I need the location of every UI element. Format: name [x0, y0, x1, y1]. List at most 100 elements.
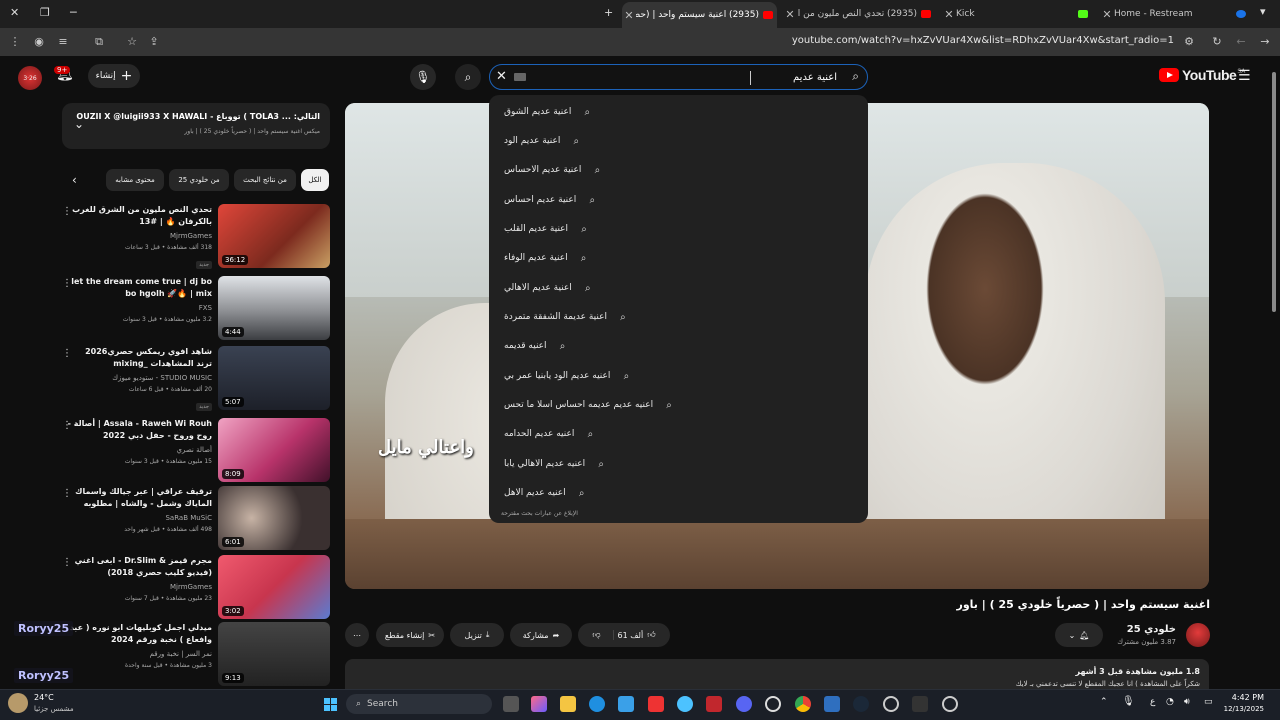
menu-dots-icon[interactable]: ⋮ [8, 35, 22, 48]
recommended-channel[interactable]: STUDIO MUSIC - ستوديو ميوزك [112, 374, 212, 382]
new-tab-icon[interactable]: + [604, 6, 613, 19]
close-tab-icon[interactable]: ✕ [622, 9, 636, 22]
recommended-item[interactable]: 8:09 Assala - Raweh Wi Rouh | أصالة - رو… [62, 418, 330, 486]
profile-icon[interactable]: ◉ [32, 35, 46, 48]
tab-youtube-2[interactable]: ✕ (2935) تحدي النص مليون من الت [783, 4, 935, 24]
app-globe-icon[interactable] [677, 696, 693, 712]
recommended-channel[interactable]: أصالة نصري [177, 446, 213, 454]
create-button[interactable]: إنشاء + [88, 64, 140, 88]
app-record-icon[interactable] [942, 696, 958, 712]
close-window-icon[interactable]: ✕ [10, 6, 19, 19]
search-input[interactable] [527, 69, 837, 86]
close-tab-icon[interactable]: ✕ [1100, 8, 1114, 21]
obs-icon[interactable] [765, 696, 781, 712]
steam-icon[interactable] [853, 696, 869, 712]
site-settings-icon[interactable]: ⚙ [1182, 35, 1196, 48]
suggestion-item[interactable]: ⌕ اعنيه عديم الاهالي يابا [504, 451, 854, 477]
video-thumbnail[interactable]: 4:44 [218, 276, 330, 340]
photos-icon[interactable] [824, 696, 840, 712]
microphone-tray-icon[interactable]: 🎙︎ [1122, 696, 1135, 707]
like-icon[interactable]: 👍︎ [647, 630, 655, 640]
scrollbar-thumb[interactable] [1272, 72, 1276, 312]
share-button[interactable]: مشاركة ➦ [510, 623, 572, 647]
restore-window-icon[interactable]: ❐ [40, 6, 50, 19]
shield-app-icon[interactable] [706, 696, 722, 712]
chip-similar[interactable]: محتوى مشابه [106, 169, 164, 191]
weather-temperature[interactable]: 24°C [34, 693, 54, 702]
suggestion-item[interactable]: ⌕ اعنية عديم القلب [504, 216, 854, 242]
clear-search-icon[interactable]: ✕ [496, 69, 507, 84]
reload-icon[interactable]: ↻ [1210, 35, 1224, 48]
suggestion-item[interactable]: ⌕ اعنيه عديم الحدامه [504, 421, 854, 447]
recommended-channel[interactable]: FXS [199, 304, 212, 312]
video-thumbnail[interactable]: 9:13 [218, 622, 330, 686]
recommended-item[interactable]: 6:01 ترقيف عراقي | عبر جيالك واسماك الما… [62, 486, 330, 554]
suggestion-item[interactable]: ⌕ اعنيه قديمه [504, 333, 854, 359]
extensions-icon[interactable]: ⧉ [92, 35, 106, 49]
bookmark-star-icon[interactable]: ☆ [125, 35, 139, 48]
tab-restream[interactable]: ✕ Home - Restream [1100, 4, 1250, 24]
suggestion-item[interactable]: ⌕ اعنيه عديم الود يابنيا عمر بي [504, 363, 854, 389]
minimize-window-icon[interactable]: ─ [70, 6, 77, 19]
channel-avatar[interactable] [1186, 623, 1210, 647]
suggestion-item[interactable]: ⌕ اعنية عديم الود [504, 128, 854, 154]
recommended-channel[interactable]: نمر السر | نخبة ورقم [150, 650, 212, 658]
chevron-left-icon[interactable]: ‹ [72, 173, 77, 187]
keyboard-icon[interactable] [514, 73, 526, 81]
recommended-channel[interactable]: MjrmGames [170, 583, 212, 591]
store-icon[interactable] [618, 696, 634, 712]
close-tab-icon[interactable]: ✕ [942, 8, 956, 21]
file-explorer-icon[interactable] [560, 696, 576, 712]
recommended-item[interactable]: 4:44 let the dream come true | dj bo bo … [62, 276, 330, 344]
task-view-icon[interactable] [503, 696, 519, 712]
settings-gear-icon[interactable] [883, 696, 899, 712]
more-vertical-icon[interactable]: ⋮ [62, 488, 72, 499]
battery-icon[interactable]: ▭ [1204, 697, 1213, 707]
chip-from-search[interactable]: من نتائج البحث [234, 169, 296, 191]
recommended-channel[interactable]: MjrmGames [170, 232, 212, 240]
dislike-icon[interactable]: 👎︎ [592, 630, 614, 640]
tab-search-icon[interactable]: ▾ [1260, 5, 1266, 18]
suggestion-item[interactable]: ⌕ اعنية عديم الاهالي [504, 275, 854, 301]
discord-icon[interactable] [736, 696, 752, 712]
input-language[interactable]: ع [1150, 697, 1155, 707]
search-box[interactable]: ✕ ⌕ [489, 64, 868, 90]
playlist-panel[interactable]: ⌄ التالي: ... TOLA3 ) تووباع - OUZII X @… [62, 103, 330, 149]
tab-youtube-active[interactable]: ✕ (2935) اعنية سيستم واحد | (حصر [622, 2, 777, 28]
weather-icon[interactable] [8, 693, 28, 713]
clock-time[interactable]: 4:42 PM [1232, 693, 1264, 702]
suggestion-item[interactable]: ⌕ اعنيه عديم الاهل [504, 480, 854, 506]
report-suggestions-link[interactable]: الإبلاغ عن عبارات بحث مقترحة [501, 510, 578, 517]
suggestion-item[interactable]: ⌕ اعنية عديم الشوق [504, 99, 854, 125]
weather-description[interactable]: مشمس جزئيا [34, 705, 74, 713]
recommended-item[interactable]: 5:07 شاهد افوي ريمكس حصري2026 ترند المشا… [62, 346, 330, 414]
playlist-icon[interactable]: ≡ [56, 35, 70, 48]
forward-icon[interactable]: ← [1234, 35, 1248, 48]
video-thumbnail[interactable]: 36:12 [218, 204, 330, 268]
recommended-channel[interactable]: SaRaB MuSiC [165, 514, 212, 522]
video-thumbnail[interactable]: 5:07 [218, 346, 330, 410]
recommended-item[interactable]: 9:13 ميدلي اجمل كوبليهات ابو نوره ( عبد … [62, 622, 330, 690]
video-thumbnail[interactable]: 6:01 [218, 486, 330, 550]
url-field[interactable]: youtube.com/watch?v=hxZvVUar4Xw&list=RDh… [792, 35, 1174, 46]
more-vertical-icon[interactable]: ⋮ [62, 420, 72, 431]
app-red-diamond-icon[interactable] [648, 696, 664, 712]
download-button[interactable]: تنزيل ⤓ [450, 623, 504, 647]
voice-search-icon[interactable]: 🎙︎ [410, 64, 436, 90]
taskbar-search[interactable]: ⌕ Search [346, 694, 492, 714]
hamburger-menu-icon[interactable]: ☰ [1238, 68, 1251, 84]
close-tab-icon[interactable]: ✕ [783, 8, 797, 21]
suggestion-item[interactable]: ⌕ اعنية عديم احساس [504, 187, 854, 213]
more-vertical-icon[interactable]: ⋮ [62, 278, 72, 289]
more-vertical-icon[interactable]: ⋮ [62, 206, 72, 217]
more-vertical-icon[interactable]: ⋮ [62, 348, 72, 359]
subscribed-bell-button[interactable]: ⌄ 🔔︎ [1055, 623, 1103, 647]
suggestion-item[interactable]: ⌕ اعنية عديمة الشفقة متمردة [504, 304, 854, 330]
account-avatar[interactable]: 3·26 [18, 66, 42, 90]
back-icon[interactable]: → [1258, 35, 1272, 48]
chip-all[interactable]: الكل [301, 169, 329, 191]
channel-name[interactable]: خلودي 25 [1127, 624, 1176, 635]
more-actions-button[interactable]: ⋯ [345, 623, 369, 647]
search-submit-icon[interactable]: ⌕ [455, 64, 481, 90]
suggestion-item[interactable]: ⌕ اعنية عديم الوفاء [504, 245, 854, 271]
